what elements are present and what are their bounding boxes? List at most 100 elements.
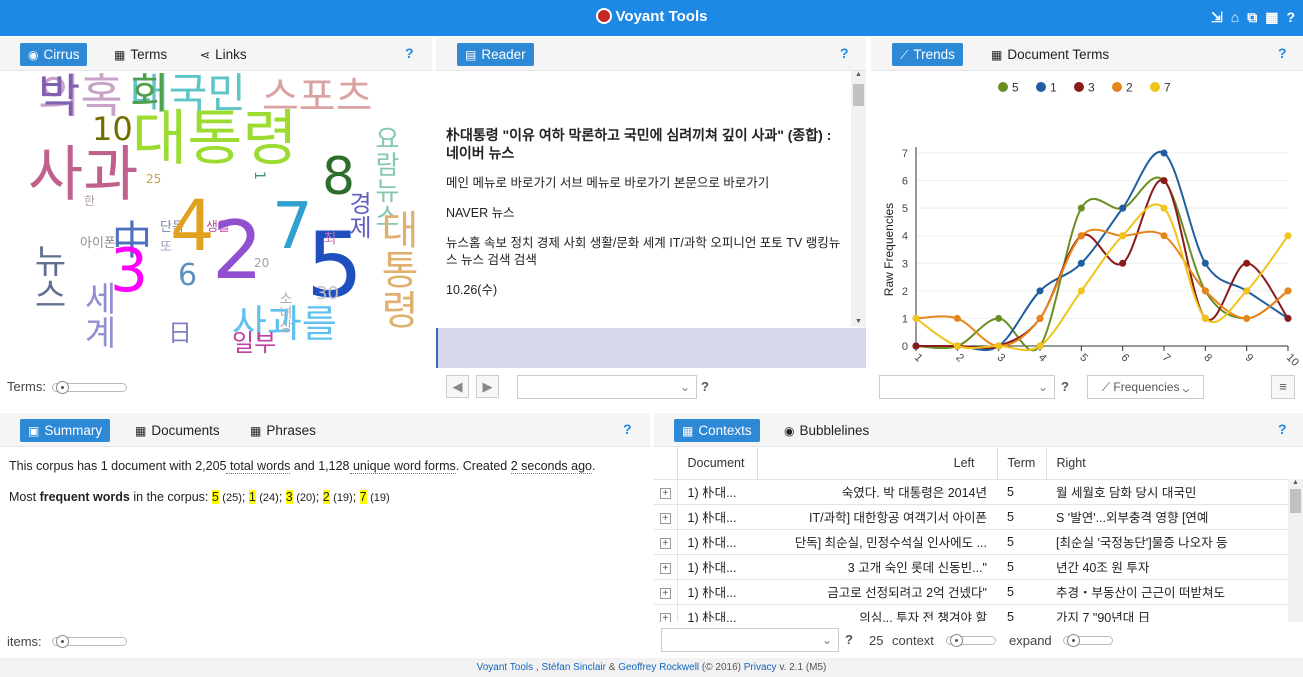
- contexts-scrollbar[interactable]: ▲: [1288, 479, 1303, 622]
- data-point[interactable]: [1201, 287, 1209, 295]
- data-point[interactable]: [995, 342, 1003, 350]
- open-icon[interactable]: ⧉: [1247, 9, 1257, 26]
- row-expander[interactable]: +: [654, 504, 678, 530]
- export-icon[interactable]: ⇲: [1211, 9, 1223, 26]
- cloud-word[interactable]: 日: [168, 321, 192, 345]
- row-expander[interactable]: +: [654, 604, 678, 622]
- trends-help-icon[interactable]: ?: [1278, 45, 1287, 61]
- cloud-word[interactable]: 뉴스: [27, 243, 67, 311]
- cloud-word[interactable]: 1: [251, 171, 267, 180]
- cloud-word[interactable]: 한: [84, 195, 95, 207]
- data-point[interactable]: [1077, 287, 1085, 295]
- data-point[interactable]: [953, 342, 961, 350]
- terms-slider-knob[interactable]: [56, 381, 69, 394]
- legend-swatch[interactable]: [1036, 82, 1046, 92]
- app-title[interactable]: Voyant Tools: [0, 8, 1303, 25]
- row-expander[interactable]: +: [654, 554, 678, 580]
- frequent-word[interactable]: 3: [285, 490, 293, 504]
- table-row[interactable]: +1) 朴대... 금고로 선정되려고 2억 건넸다" 5 추경・부동산이 근근이 떠…: [654, 579, 1294, 605]
- trends-search-help-icon[interactable]: ?: [1061, 379, 1069, 394]
- scroll-down-arrow[interactable]: ▼: [851, 318, 866, 325]
- cloud-word[interactable]: 소녀상: [277, 291, 293, 333]
- cloud-word[interactable]: 대통령: [373, 209, 419, 329]
- frequent-word[interactable]: 1: [248, 490, 256, 504]
- cloud-word[interactable]: 세계: [77, 281, 117, 349]
- tab-phrases[interactable]: ▦ Phrases: [242, 419, 324, 442]
- created-time[interactable]: 2 seconds ago: [510, 459, 593, 474]
- data-point[interactable]: [1243, 314, 1251, 322]
- plus-icon[interactable]: +: [659, 512, 671, 524]
- windows-icon[interactable]: ▦: [1265, 9, 1278, 26]
- legend-swatch[interactable]: [1112, 82, 1122, 92]
- data-point[interactable]: [912, 314, 920, 322]
- cloud-word[interactable]: 대통령: [132, 109, 298, 169]
- frequent-word[interactable]: 2: [322, 490, 330, 504]
- tab-links[interactable]: ⋖ Links: [192, 43, 255, 66]
- table-row[interactable]: +1) 朴대... 의심... 투자 전 챙겨야 할 5 가지 7 "90년대 日: [654, 604, 1294, 622]
- help-icon[interactable]: ?: [1286, 9, 1295, 26]
- legend-swatch[interactable]: [1074, 82, 1084, 92]
- data-point[interactable]: [1201, 259, 1209, 267]
- context-slider-knob[interactable]: [950, 634, 963, 647]
- expand-slider[interactable]: [1063, 634, 1113, 647]
- scroll-thumb[interactable]: [853, 84, 864, 106]
- tab-documents[interactable]: ▦ Documents: [127, 419, 228, 442]
- prev-button[interactable]: ◀: [446, 375, 469, 398]
- chevron-down-icon[interactable]: ⌄: [1038, 380, 1048, 394]
- scroll-thumb[interactable]: [1290, 489, 1301, 513]
- data-point[interactable]: [1036, 314, 1044, 322]
- cloud-word[interactable]: 회: [130, 73, 169, 115]
- total-words-link[interactable]: total words: [226, 459, 291, 474]
- plus-icon[interactable]: +: [659, 562, 671, 574]
- frequent-word[interactable]: 5: [211, 490, 219, 504]
- tab-bubblelines[interactable]: ◉ Bubblelines: [776, 419, 877, 442]
- legend-entry[interactable]: 3: [1088, 81, 1095, 95]
- terms-slider[interactable]: [52, 381, 127, 394]
- data-point[interactable]: [1243, 287, 1251, 295]
- column-header-left[interactable]: Left: [757, 448, 998, 480]
- scroll-up-arrow[interactable]: ▲: [1288, 479, 1303, 486]
- cloud-word[interactable]: 6: [178, 261, 197, 291]
- legend-entry[interactable]: 5: [1012, 81, 1019, 95]
- reader-help-icon[interactable]: ?: [840, 45, 849, 61]
- data-point[interactable]: [1119, 259, 1127, 267]
- cloud-word[interactable]: 2: [212, 211, 263, 291]
- data-point[interactable]: [1160, 149, 1168, 157]
- contexts-search-help-icon[interactable]: ?: [845, 632, 853, 647]
- reader-scrollbar[interactable]: ▲ ▼: [851, 71, 866, 327]
- series-line[interactable]: [915, 228, 1289, 348]
- data-point[interactable]: [1160, 177, 1168, 185]
- data-point[interactable]: [1036, 287, 1044, 295]
- cloud-word[interactable]: 일부: [232, 331, 276, 355]
- column-header-right[interactable]: Right: [1046, 448, 1294, 480]
- next-button[interactable]: ▶: [476, 375, 499, 398]
- footer-sinclair-link[interactable]: Stéfan Sinclair: [541, 662, 605, 673]
- table-row[interactable]: +1) 朴대... 단독] 최순실, 민정수석실 인사에도 ... 5 [최순실 '국…: [654, 529, 1294, 555]
- data-point[interactable]: [1160, 204, 1168, 212]
- menu-icon[interactable]: ≡: [1271, 375, 1295, 399]
- tab-trends[interactable]: ⟋ Trends: [892, 43, 963, 66]
- data-point[interactable]: [1077, 204, 1085, 212]
- frequencies-button[interactable]: ⟋ Frequencies ⌄: [1087, 375, 1204, 399]
- legend-swatch[interactable]: [998, 82, 1008, 92]
- data-point[interactable]: [1119, 204, 1127, 212]
- data-point[interactable]: [1284, 314, 1292, 322]
- row-expander[interactable]: +: [654, 579, 678, 605]
- data-point[interactable]: [1077, 259, 1085, 267]
- scroll-up-arrow[interactable]: ▲: [851, 71, 866, 78]
- reader-progress-bar[interactable]: [436, 328, 866, 368]
- cloud-word[interactable]: 20: [254, 257, 269, 269]
- table-row[interactable]: +1) 朴대... 숙였다. 박 대통령은 2014년 5 월 세월호 담화 당시 대…: [654, 479, 1294, 505]
- reader-search-help-icon[interactable]: ?: [701, 379, 709, 394]
- cloud-word[interactable]: 최: [321, 231, 337, 245]
- data-point[interactable]: [1160, 232, 1168, 240]
- reader-search-combo[interactable]: ⌄: [517, 375, 697, 399]
- table-row[interactable]: +1) 朴대... IT/과학] 대한항공 여객기서 아이폰 5 S '발연'...외…: [654, 504, 1294, 530]
- tab-reader[interactable]: ▤ Reader: [457, 43, 534, 66]
- column-header-document[interactable]: Document: [677, 448, 758, 480]
- context-slider[interactable]: [946, 634, 996, 647]
- trends-term-combo[interactable]: ⌄: [879, 375, 1055, 399]
- data-point[interactable]: [912, 342, 920, 350]
- data-point[interactable]: [1077, 232, 1085, 240]
- chevron-down-icon[interactable]: ⌄: [822, 633, 832, 647]
